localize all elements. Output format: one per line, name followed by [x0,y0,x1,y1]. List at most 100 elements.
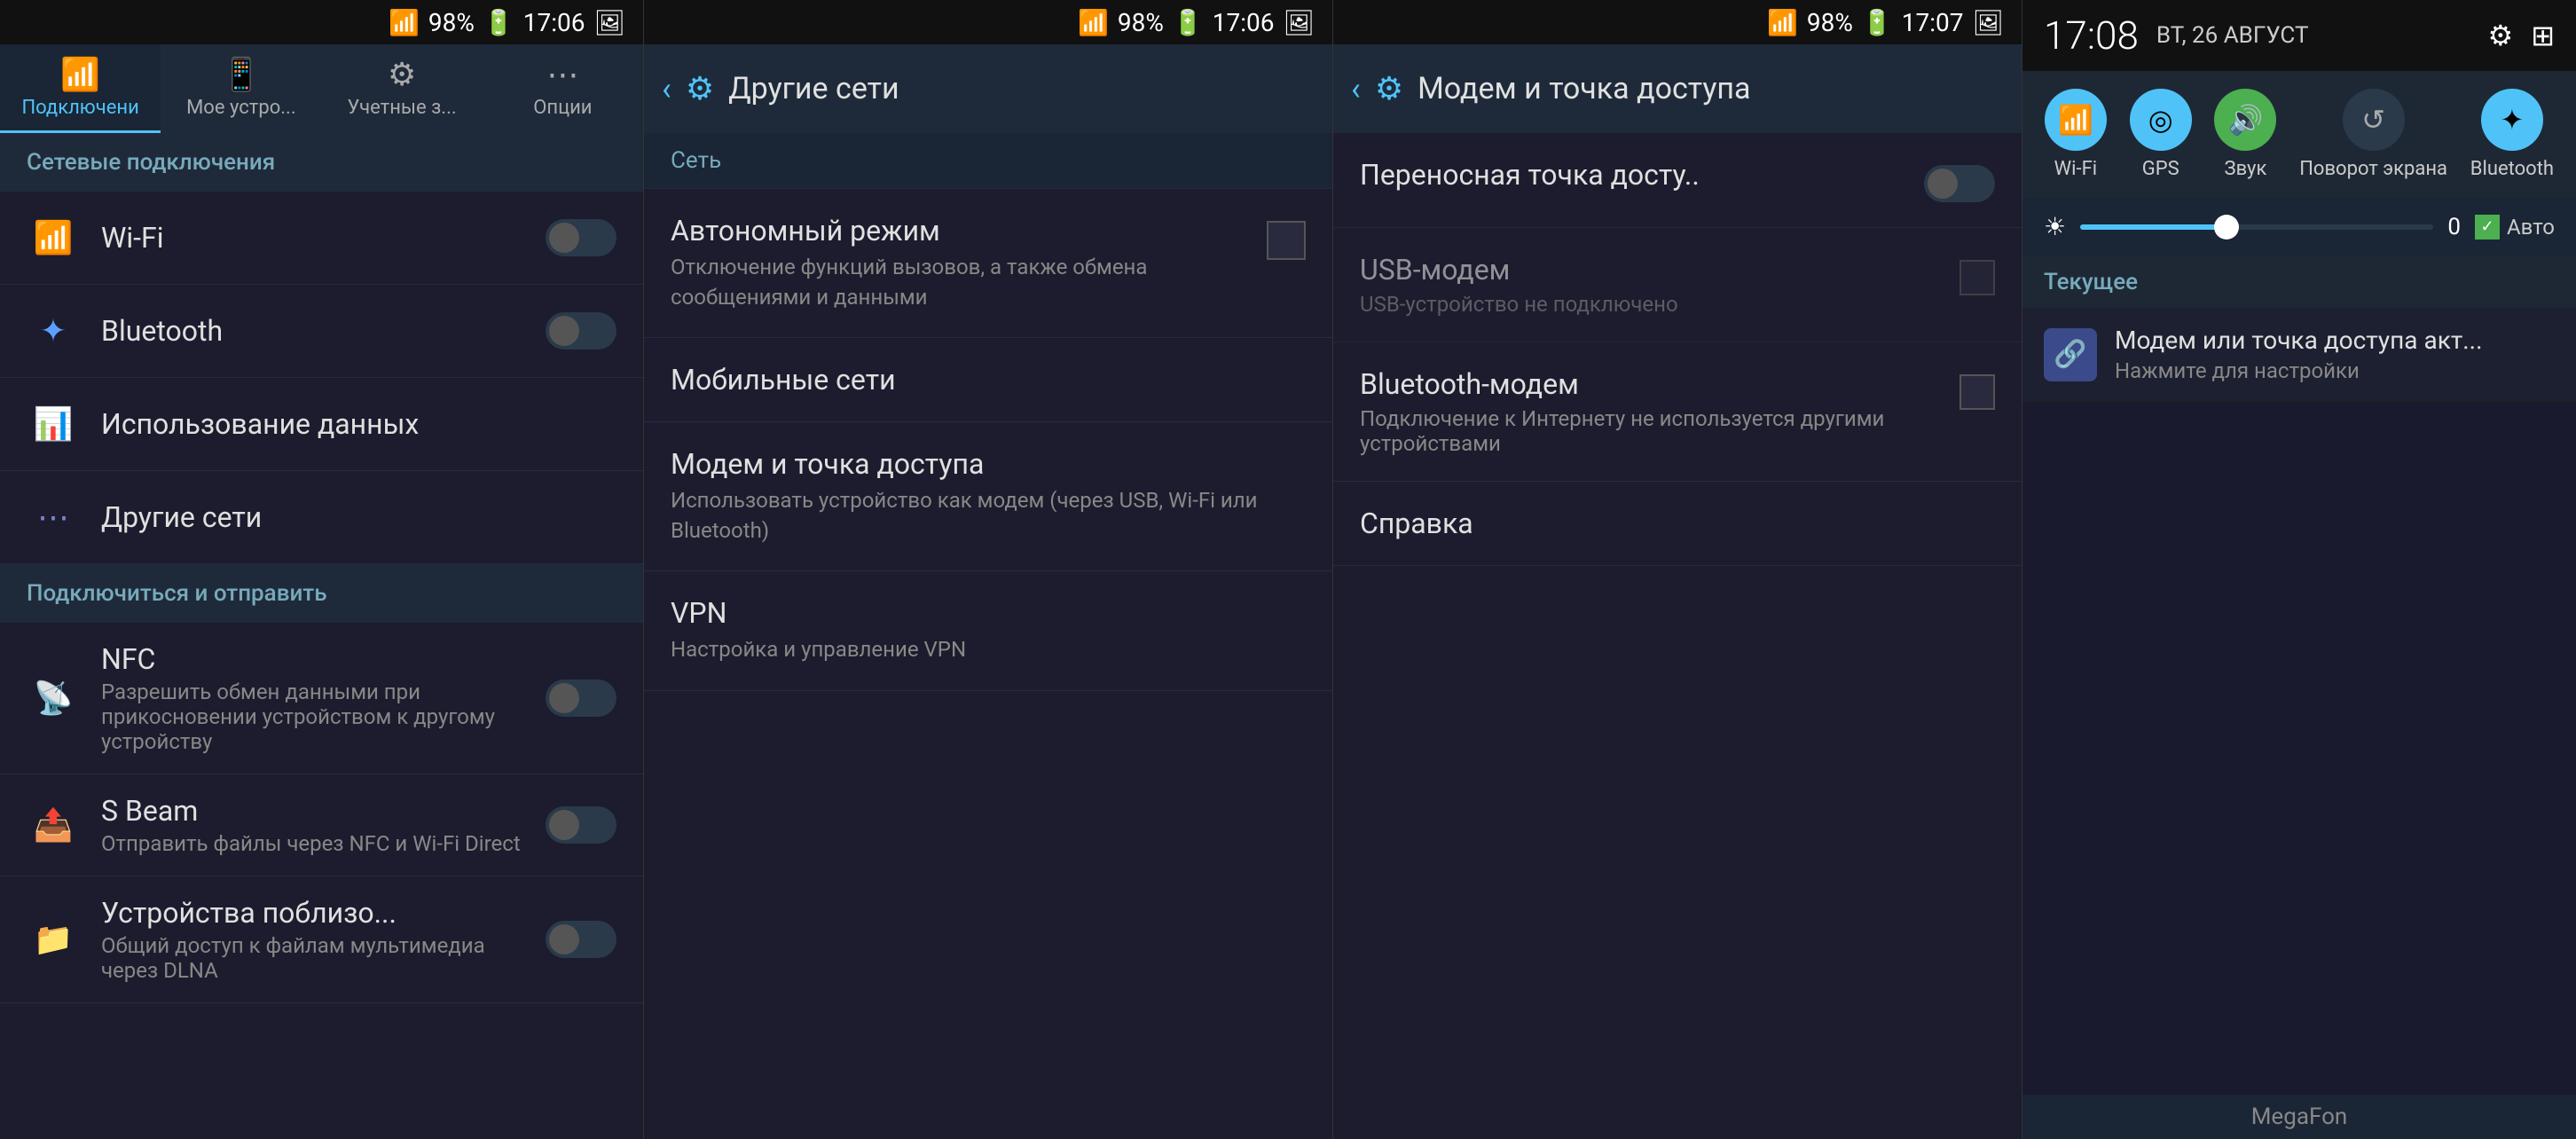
status-icons-4: ⚙ ⊞ [2488,19,2556,52]
sbeam-title: S Beam [101,794,546,828]
nearby-toggle-knob [549,924,579,954]
settings-item-bluetooth[interactable]: ✦ Bluetooth [0,285,643,378]
autonomous-text: Автономный режим Отключение функций вызо… [671,214,1267,312]
status-bar-4: 17:08 ВТ, 26 АВГУСТ ⚙ ⊞ [2022,0,2576,71]
nfc-toggle[interactable] [546,679,617,717]
hotspot-toggle[interactable] [1924,165,1995,202]
bluetooth-title: Bluetooth [101,314,546,348]
wifi-toggle[interactable] [546,219,617,256]
qt-bluetooth[interactable]: ✦ Bluetooth [2470,89,2554,180]
notification-item-modem[interactable]: 🔗 Модем или точка доступа акт... Нажмите… [2022,308,2576,402]
tab-mydevice[interactable]: 📱 Мое устро... [161,44,321,133]
panel3-item-btmodem[interactable]: Bluetooth-модем Подключение к Интернету … [1333,342,2022,482]
panel2-item-autonomous[interactable]: Автономный режим Отключение функций вызо… [644,189,1332,338]
qt-gps-icon: ◎ [2130,89,2192,151]
panel-modem-hotspot: 📶 98% 🔋 17:07 🖼 ‹ ⚙ Модем и точка доступ… [1333,0,2022,1139]
settings-item-wifi[interactable]: 📶 Wi-Fi [0,192,643,285]
qt-wifi-icon: 📶 [2045,89,2107,151]
mydevice-icon: 📱 [221,56,261,93]
hotspot-toggle-knob [1928,169,1958,199]
settings-item-nearby[interactable]: 📁 Устройства поблизо... Общий доступ к ф… [0,876,643,1003]
notif-modem-title: Модем или точка доступа акт... [2115,326,2555,355]
other-text: Другие сети [101,500,617,534]
usb-subtitle: USB-устройство не подключено [1360,292,1945,317]
help-title: Справка [1360,507,1473,540]
nearby-toggle[interactable] [546,921,617,958]
panel-other-networks: 📶 98% 🔋 17:06 🖼 ‹ ⚙ Другие сети Сеть Авт… [644,0,1333,1139]
back-button-2[interactable]: ‹ [662,70,671,107]
panel3-item-usb[interactable]: USB-модем USB-устройство не подключено [1333,228,2022,342]
panel3-item-hotspot[interactable]: Переносная точка досту.. [1333,133,2022,228]
btmodem-title: Bluetooth-модем [1360,367,1945,401]
nfc-title: NFC [101,642,546,676]
bluetooth-toggle-knob [549,316,579,346]
brightness-slider[interactable] [2080,224,2433,230]
back-button-3[interactable]: ‹ [1351,70,1361,107]
image-icon-3: 🖼 [1972,8,2004,37]
panel3-settings-icon: ⚙ [1375,70,1403,107]
battery-icon-1: 🔋 [483,8,514,37]
vpn-subtitle: Настройка и управление VPN [671,635,1306,665]
settings-item-other[interactable]: ⋯ Другие сети [0,471,643,564]
panel-settings-main: 📶 98% 🔋 17:06 🖼 📶 Подключени 📱 Мое устро… [0,0,644,1139]
tab-options-label: Опции [533,97,592,119]
notif-section-header: Текущее [2022,256,2576,308]
quick-toggles: 📶 Wi-Fi ◎ GPS 🔊 Звук ↺ Поворот экрана ✦ … [2022,71,2576,198]
qt-rotate-icon: ↺ [2343,89,2405,151]
tab-connections[interactable]: 📶 Подключени [0,44,161,133]
battery-percent-1: 98% [428,8,475,37]
qt-bluetooth-label: Bluetooth [2470,158,2554,180]
wifi-title: Wi-Fi [101,221,546,255]
tab-options[interactable]: ⋯ Опции [483,44,643,133]
settings-item-nfc[interactable]: 📡 NFC Разрешить обмен данными при прикос… [0,623,643,774]
section-header-network: Сетевые подключения [0,133,643,192]
btmodem-checkbox[interactable] [1959,374,1995,410]
notif-modem-subtitle: Нажмите для настройки [2115,358,2555,383]
sbeam-toggle[interactable] [546,806,617,844]
date-4: ВТ, 26 АВГУСТ [2156,22,2470,49]
qt-wifi-label: Wi-Fi [2054,158,2097,180]
other-icon: ⋯ [27,491,80,544]
data-text: Использование данных [101,407,617,441]
usb-text: USB-модем USB-устройство не подключено [1360,253,1945,317]
auto-label: Авто [2507,215,2555,240]
nfc-icon: 📡 [27,672,80,725]
settings-item-data[interactable]: 📊 Использование данных [0,378,643,471]
qt-bluetooth-icon: ✦ [2481,89,2543,151]
panel2-item-vpn[interactable]: VPN Настройка и управление VPN [644,571,1332,691]
qt-sound[interactable]: 🔊 Звук [2214,89,2276,180]
bluetooth-toggle[interactable] [546,312,617,350]
time-1: 17:06 [523,8,585,37]
panel3-header: ‹ ⚙ Модем и точка доступа [1333,44,2022,133]
auto-checkbox[interactable]: ✓ [2475,215,2500,240]
panel2-item-mobile[interactable]: Мобильные сети [644,338,1332,422]
nearby-title: Устройства поблизо... [101,896,546,930]
connections-icon: 📶 [60,56,100,93]
usb-checkbox[interactable] [1959,260,1995,295]
panel2-item-modem[interactable]: Модем и точка доступа Использовать устро… [644,422,1332,571]
mobile-title: Мобильные сети [671,363,1306,397]
tab-accounts[interactable]: ⚙ Учетные з... [322,44,483,133]
signal-icon: 📶 [389,8,420,37]
image-icon-2: 🖼 [1283,8,1315,37]
wifi-toggle-knob [549,223,579,253]
autonomous-checkbox[interactable] [1267,221,1306,260]
status-bar-1: 📶 98% 🔋 17:06 🖼 [0,0,643,44]
qt-gps[interactable]: ◎ GPS [2130,89,2192,180]
panel2-header: ‹ ⚙ Другие сети [644,44,1332,133]
hotspot-text: Переносная точка досту.. [1360,158,1910,192]
grid-icon-4[interactable]: ⊞ [2531,19,2555,52]
vpn-title: VPN [671,596,1306,630]
settings-icon-4[interactable]: ⚙ [2488,19,2514,52]
qt-wifi[interactable]: 📶 Wi-Fi [2045,89,2107,180]
panel-notification-shade: 17:08 ВТ, 26 АВГУСТ ⚙ ⊞ 📶 Wi-Fi ◎ GPS 🔊 … [2022,0,2576,1139]
qt-rotate[interactable]: ↺ Поворот экрана [2299,89,2447,180]
modem-title-p2: Модем и точка доступа [671,447,1306,481]
brightness-knob[interactable] [2214,215,2239,240]
brightness-auto[interactable]: ✓ Авто [2475,215,2555,240]
autonomous-subtitle: Отключение функций вызовов, а также обме… [671,253,1267,312]
settings-item-sbeam[interactable]: 📤 S Beam Отправить файлы через NFC и Wi-… [0,774,643,876]
autonomous-title: Автономный режим [671,214,1267,247]
qt-gps-label: GPS [2142,158,2179,180]
panel3-item-help[interactable]: Справка [1333,482,2022,566]
